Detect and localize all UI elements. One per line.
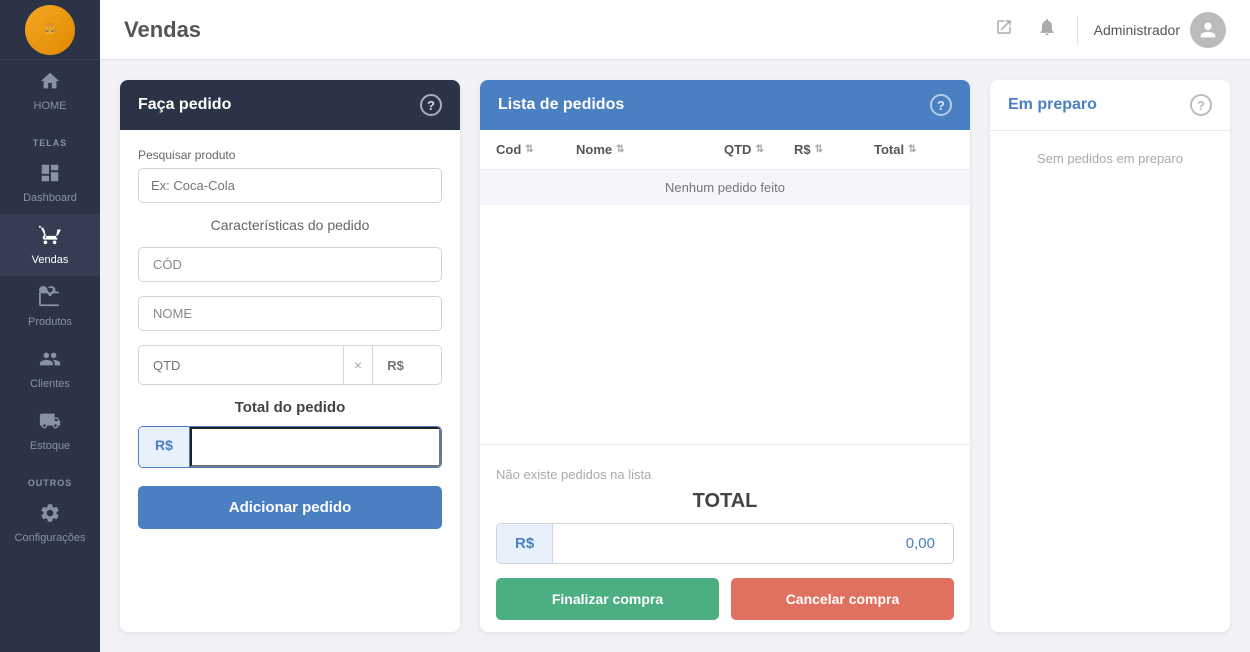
sort-rs-icon: ⇅	[815, 144, 823, 155]
sidebar-item-produtos[interactable]: Produtos	[0, 276, 100, 338]
sidebar: 🍔 HOME TELAS Dashboard Vendas Produtos C…	[0, 0, 100, 652]
total-big-value[interactable]	[553, 524, 953, 563]
users-icon	[39, 348, 61, 374]
cart-icon	[39, 224, 61, 250]
total-rs-prefix: R$	[139, 427, 190, 467]
list-help-icon[interactable]: ?	[930, 94, 952, 116]
sidebar-item-dashboard[interactable]: Dashboard	[0, 152, 100, 214]
sidebar-item-label: Estoque	[30, 440, 70, 452]
list-card-body: Cod ⇅ Nome ⇅ QTD ⇅ R$ ⇅	[480, 130, 970, 632]
total-pedido-label: Total do pedido	[138, 399, 442, 416]
list-card-title: Lista de pedidos	[498, 96, 624, 114]
sidebar-item-estoque[interactable]: Estoque	[0, 400, 100, 462]
table-empty-message: Nenhum pedido feito	[480, 170, 970, 205]
total-input-row: R$	[138, 426, 442, 468]
total-big-label: TOTAL	[496, 490, 954, 513]
header-user[interactable]: Administrador	[1094, 12, 1226, 48]
prep-help-icon[interactable]: ?	[1190, 94, 1212, 116]
sort-qtd-icon: ⇅	[755, 144, 763, 155]
header-divider	[1077, 15, 1078, 45]
external-link-button[interactable]	[991, 14, 1017, 45]
prep-empty-message: Sem pedidos em preparo	[990, 131, 1230, 186]
sidebar-item-home[interactable]: HOME	[0, 60, 100, 122]
notifications-button[interactable]	[1033, 13, 1061, 46]
add-order-button[interactable]: Adicionar pedido	[138, 486, 442, 529]
sidebar-item-vendas[interactable]: Vendas	[0, 214, 100, 276]
sidebar-item-label: Clientes	[30, 378, 70, 390]
sidebar-item-label: HOME	[34, 100, 67, 112]
main-area: Vendas Administrador Faça pedido ?	[100, 0, 1250, 652]
header-right: Administrador	[991, 12, 1226, 48]
user-name: Administrador	[1094, 22, 1180, 38]
sidebar-item-label: Vendas	[32, 254, 69, 266]
sidebar-item-configuracoes[interactable]: Configurações	[0, 492, 100, 554]
order-card-header: Faça pedido ?	[120, 80, 460, 130]
home-icon	[39, 70, 61, 96]
sidebar-section-outros: OUTROS	[0, 478, 100, 488]
characteristics-label: Características do pedido	[138, 217, 442, 233]
search-section: Pesquisar produto	[138, 148, 442, 203]
avatar	[1190, 12, 1226, 48]
prep-card-title: Em preparo	[1008, 96, 1097, 114]
cod-field: CÓD	[138, 247, 442, 282]
qtd-rs-row: ×	[138, 345, 442, 385]
logo-image: 🍔	[25, 5, 75, 55]
sidebar-section-telas: TELAS	[0, 138, 100, 148]
prep-card: Em preparo ? Sem pedidos em preparo	[990, 80, 1230, 632]
table-rows-area	[480, 205, 970, 444]
no-pedidos-text: Não existe pedidos na lista	[496, 457, 954, 490]
multiply-icon: ×	[343, 346, 373, 384]
total-big-rs-prefix: R$	[497, 524, 553, 563]
order-card: Faça pedido ? Pesquisar produto Caracter…	[120, 80, 460, 632]
box-icon	[39, 286, 61, 312]
list-card: Lista de pedidos ? Cod ⇅ Nome ⇅ QTD	[480, 80, 970, 632]
finalize-button[interactable]: Finalizar compra	[496, 578, 719, 620]
col-nome[interactable]: Nome ⇅	[576, 142, 724, 157]
order-card-body: Pesquisar produto Características do ped…	[120, 130, 460, 632]
order-help-icon[interactable]: ?	[420, 94, 442, 116]
sort-total-icon: ⇅	[908, 144, 916, 155]
action-buttons: Finalizar compra Cancelar compra	[496, 578, 954, 620]
sort-nome-icon: ⇅	[616, 144, 624, 155]
nome-field: NOME	[138, 296, 442, 331]
sidebar-logo: 🍔	[0, 0, 100, 60]
col-rs[interactable]: R$ ⇅	[794, 142, 874, 157]
list-footer: Não existe pedidos na lista TOTAL R$ Fin…	[480, 444, 970, 632]
qtd-input[interactable]	[139, 349, 343, 382]
dashboard-icon	[39, 162, 61, 188]
prep-card-header: Em preparo ?	[990, 80, 1230, 131]
total-big-input-row: R$	[496, 523, 954, 564]
sidebar-item-label: Produtos	[28, 316, 72, 328]
content-area: Faça pedido ? Pesquisar produto Caracter…	[100, 60, 1250, 652]
col-total[interactable]: Total ⇅	[874, 142, 954, 157]
col-qtd[interactable]: QTD ⇅	[724, 142, 794, 157]
col-cod[interactable]: Cod ⇅	[496, 142, 576, 157]
table-header: Cod ⇅ Nome ⇅ QTD ⇅ R$ ⇅	[480, 130, 970, 170]
rs-input[interactable]	[373, 349, 442, 382]
list-card-header: Lista de pedidos ?	[480, 80, 970, 130]
search-label: Pesquisar produto	[138, 148, 442, 162]
total-value-input[interactable]	[190, 427, 441, 467]
search-input[interactable]	[138, 168, 442, 203]
sidebar-item-label: Dashboard	[23, 192, 77, 204]
total-section: Total do pedido R$	[138, 399, 442, 468]
sidebar-item-clientes[interactable]: Clientes	[0, 338, 100, 400]
cancel-button[interactable]: Cancelar compra	[731, 578, 954, 620]
header: Vendas Administrador	[100, 0, 1250, 60]
warehouse-icon	[39, 410, 61, 436]
sidebar-item-label: Configurações	[15, 532, 86, 544]
gear-icon	[39, 502, 61, 528]
sort-cod-icon: ⇅	[525, 144, 533, 155]
page-title: Vendas	[124, 17, 201, 43]
order-card-title: Faça pedido	[138, 96, 231, 114]
